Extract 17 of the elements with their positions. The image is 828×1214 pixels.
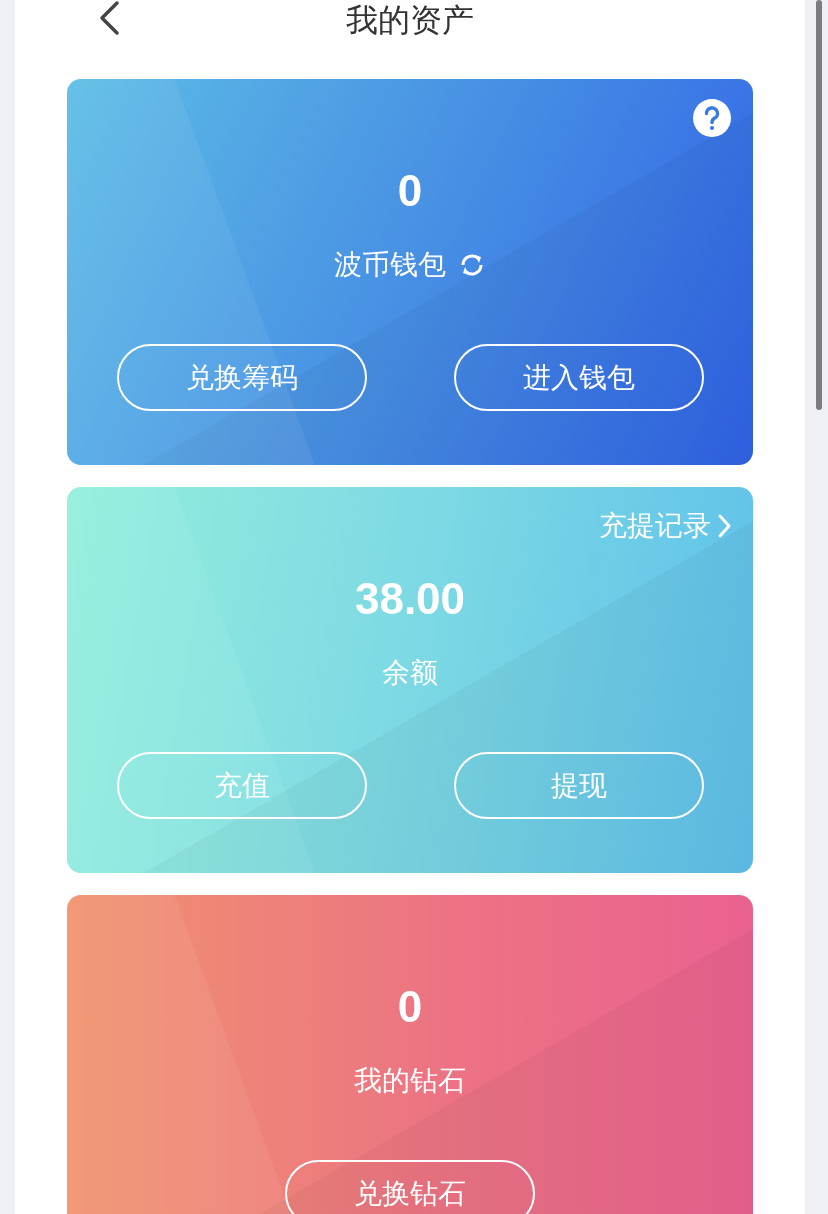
action-button[interactable]: 兑换筹码 [116,344,367,411]
page-title: 我的资产 [346,0,474,40]
scrollbar[interactable] [816,0,822,410]
action-button[interactable]: 充值 [116,752,367,819]
asset-label: 我的钻石 [354,1063,466,1099]
action-button[interactable]: 兑换钻石 [285,1160,535,1214]
chevron-right-icon [717,514,731,538]
amount-value: 0 [397,165,423,217]
action-button[interactable]: 提现 [453,752,704,819]
records-link[interactable]: 充提记录 [599,507,731,545]
asset-label: 余额 [382,655,438,691]
amount-value: 38.00 [354,573,466,625]
back-icon[interactable] [97,0,121,36]
action-button[interactable]: 进入钱包 [453,344,704,411]
help-icon[interactable] [693,99,731,137]
asset-label: 波币钱包 [334,247,446,283]
amount-value: 0 [397,981,423,1033]
